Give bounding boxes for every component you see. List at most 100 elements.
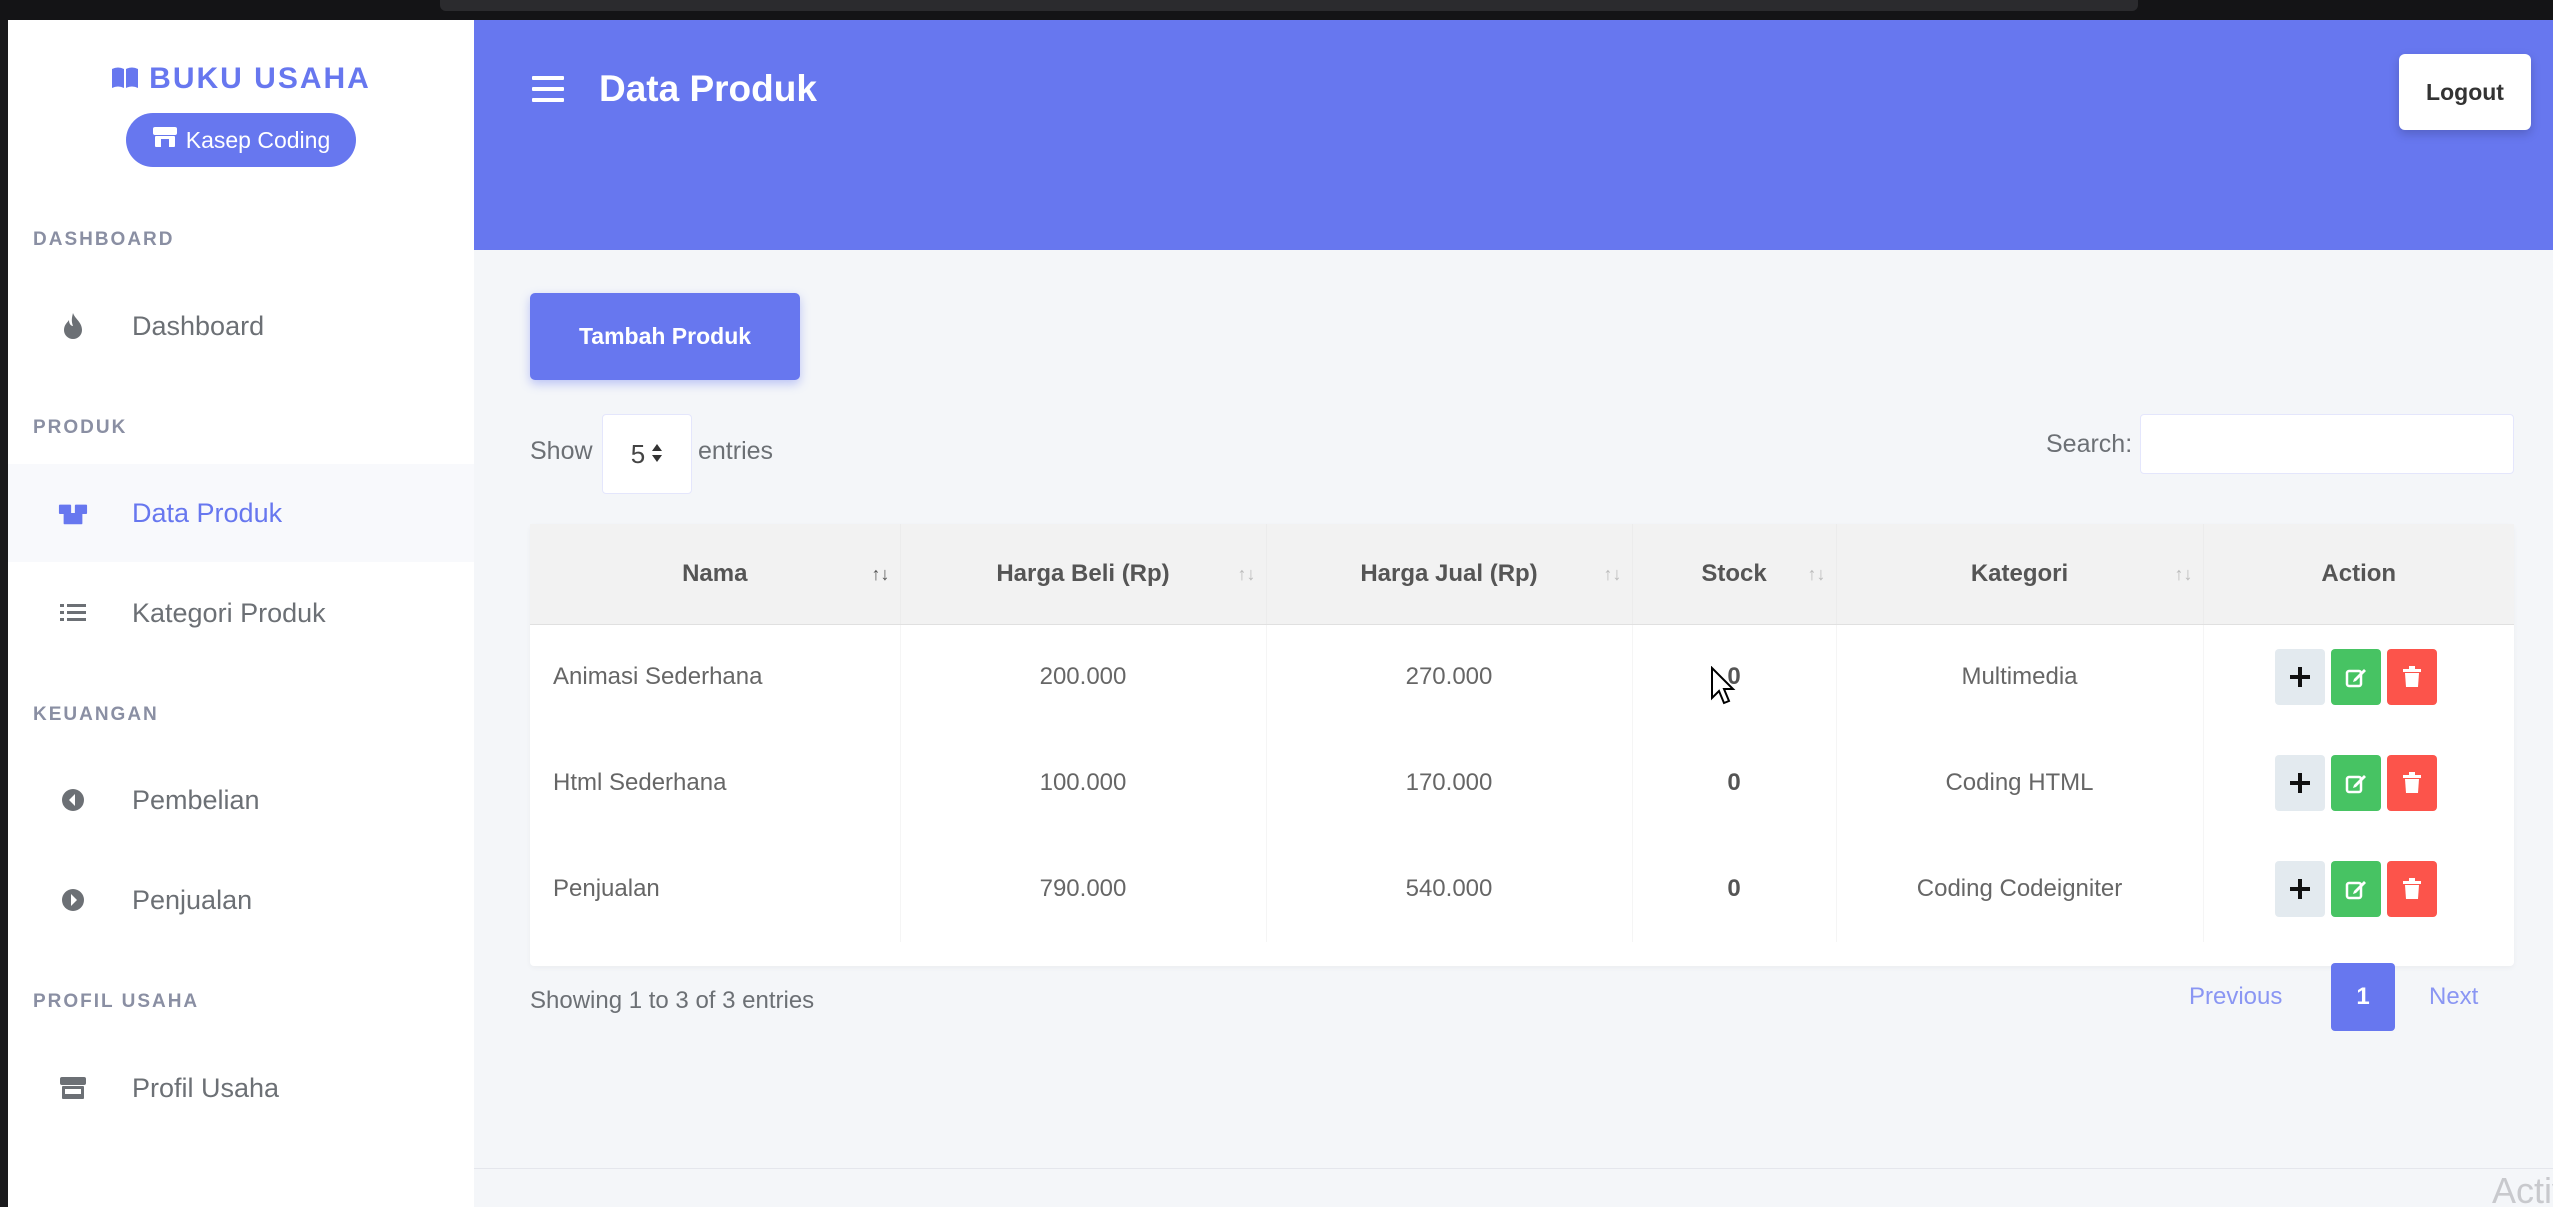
sidebar-item-profil-usaha[interactable]: Profil Usaha — [8, 1039, 474, 1137]
list-icon — [58, 598, 88, 628]
cell-action — [2203, 624, 2514, 730]
column-label: Kategori — [1970, 559, 2069, 587]
edit-button[interactable] — [2330, 755, 2381, 811]
store-badge[interactable]: Kasep Coding — [126, 113, 356, 167]
column-header-nama[interactable]: Nama ↑↓ — [530, 524, 901, 625]
store-icon — [152, 125, 178, 155]
show-label: Show — [530, 437, 593, 465]
table-row: Animasi Sederhana 200.000 270.000 0 Mult… — [530, 624, 2514, 730]
cell-harga-jual: 270.000 — [1266, 624, 1633, 730]
search-input[interactable] — [2140, 414, 2514, 474]
table-row: Html Sederhana 100.000 170.000 0 Coding … — [530, 730, 2514, 836]
plus-icon — [2289, 773, 2310, 793]
cell-harga-jual: 540.000 — [1266, 836, 1633, 942]
cell-nama: Penjualan — [530, 836, 901, 942]
sidebar: BUKU USAHA Kasep Coding DASHBOARD Dashbo… — [8, 20, 474, 1207]
add-stock-button[interactable] — [2274, 755, 2325, 811]
boxes-icon — [58, 498, 88, 528]
sort-icon: ↑↓ — [1603, 564, 1622, 584]
cell-nama: Html Sederhana — [530, 730, 901, 836]
menu-header-dashboard: DASHBOARD — [33, 229, 175, 250]
add-stock-button[interactable] — [2274, 861, 2325, 917]
add-stock-button[interactable] — [2274, 649, 2325, 706]
sidebar-item-label: Data Produk — [132, 497, 283, 528]
cell-harga-beli: 200.000 — [900, 624, 1267, 730]
sidebar-item-penjualan[interactable]: Penjualan — [8, 851, 474, 949]
next-page-link[interactable]: Next — [2429, 983, 2478, 1011]
product-table: Nama ↑↓ Harga Beli (Rp) ↑↓ Harga Jual (Rp)… — [530, 524, 2514, 966]
cell-harga-beli: 100.000 — [900, 730, 1267, 836]
arrow-circle-left-icon — [58, 785, 88, 815]
column-header-kategori[interactable]: Kategori ↑↓ — [1836, 524, 2204, 625]
arrow-circle-right-icon — [58, 885, 88, 915]
sort-asc-icon: ↑↓ — [871, 564, 890, 584]
edit-button[interactable] — [2330, 649, 2381, 706]
trash-icon — [2402, 878, 2421, 899]
hamburger-icon[interactable] — [532, 74, 564, 106]
entries-value: 5 — [630, 438, 646, 469]
cell-kategori: Multimedia — [1836, 624, 2204, 730]
add-product-button[interactable]: Tambah Produk — [530, 293, 800, 380]
cell-stock: 0 — [1632, 730, 1837, 836]
column-header-harga-jual[interactable]: Harga Jual (Rp) ↑↓ — [1266, 524, 1633, 625]
store-name: Kasep Coding — [185, 126, 331, 153]
column-label: Action — [2321, 559, 2397, 587]
fire-icon — [58, 311, 88, 341]
cell-action — [2203, 836, 2514, 942]
windows-watermark: Activate Windows — [2492, 1170, 2553, 1207]
column-header-action: Action — [2203, 524, 2514, 625]
search-label: Search: — [2046, 430, 2133, 458]
store-icon — [58, 1073, 88, 1103]
menu-header-profil-usaha: PROFIL USAHA — [33, 991, 200, 1012]
book-icon — [111, 64, 139, 98]
cell-action — [2203, 730, 2514, 836]
top-strip — [0, 0, 2553, 20]
cell-harga-jual: 170.000 — [1266, 730, 1633, 836]
edit-icon — [2345, 669, 2366, 688]
column-header-stock[interactable]: Stock ↑↓ — [1632, 524, 1837, 625]
table-row: Penjualan 790.000 540.000 0 Coding Codei… — [530, 836, 2514, 942]
delete-button[interactable] — [2386, 755, 2437, 811]
column-label: Stock — [1701, 559, 1767, 587]
main-content: Data Produk Logout Tambah Produk Show 5 … — [474, 20, 2553, 1207]
page-title: Data Produk — [599, 68, 817, 109]
delete-button[interactable] — [2386, 861, 2437, 917]
column-label: Harga Beli (Rp) — [996, 559, 1170, 587]
column-header-harga-beli[interactable]: Harga Beli (Rp) ↑↓ — [900, 524, 1267, 625]
sidebar-item-pembelian[interactable]: Pembelian — [8, 751, 474, 849]
sidebar-item-label: Kategori Produk — [132, 597, 326, 628]
edit-button[interactable] — [2330, 861, 2381, 917]
header-banner: Data Produk Logout — [474, 20, 2553, 250]
sort-updown-icon — [651, 439, 663, 470]
edit-icon — [2345, 881, 2366, 900]
footer-divider — [474, 1168, 2553, 1169]
menu-header-produk: PRODUK — [33, 417, 128, 438]
mouse-cursor-icon — [1710, 665, 1736, 711]
trash-icon — [2402, 666, 2421, 688]
entries-label: entries — [698, 437, 774, 465]
sidebar-item-kategori-produk[interactable]: Kategori Produk — [8, 564, 474, 662]
delete-button[interactable] — [2386, 649, 2437, 706]
cell-stock: 0 — [1632, 836, 1837, 942]
logout-button[interactable]: Logout — [2399, 54, 2531, 130]
sidebar-item-dashboard[interactable]: Dashboard — [8, 277, 474, 375]
menu-header-keuangan: KEUANGAN — [33, 704, 159, 725]
cell-nama: Animasi Sederhana — [530, 624, 901, 730]
brand[interactable]: BUKU USAHA — [8, 62, 474, 98]
sort-icon: ↑↓ — [1807, 564, 1826, 584]
page-1-button[interactable]: 1 — [2331, 963, 2395, 1031]
cell-kategori: Coding HTML — [1836, 730, 2204, 836]
entries-select[interactable]: 5 — [602, 414, 692, 494]
sidebar-item-label: Profil Usaha — [132, 1072, 280, 1103]
showing-info: Showing 1 to 3 of 3 entries — [530, 987, 815, 1014]
column-label: Harga Jual (Rp) — [1360, 559, 1538, 587]
sort-icon: ↑↓ — [2174, 564, 2193, 584]
previous-page-link[interactable]: Previous — [2189, 983, 2282, 1011]
browser-bar — [440, 0, 2138, 11]
sidebar-item-label: Pembelian — [132, 784, 260, 815]
brand-name: BUKU USAHA — [149, 62, 371, 95]
table-header-row: Nama ↑↓ Harga Beli (Rp) ↑↓ Harga Jual (Rp)… — [530, 524, 2514, 625]
sort-icon: ↑↓ — [1237, 564, 1256, 584]
sidebar-item-label: Dashboard — [132, 310, 265, 341]
sidebar-item-data-produk[interactable]: Data Produk — [8, 464, 474, 562]
